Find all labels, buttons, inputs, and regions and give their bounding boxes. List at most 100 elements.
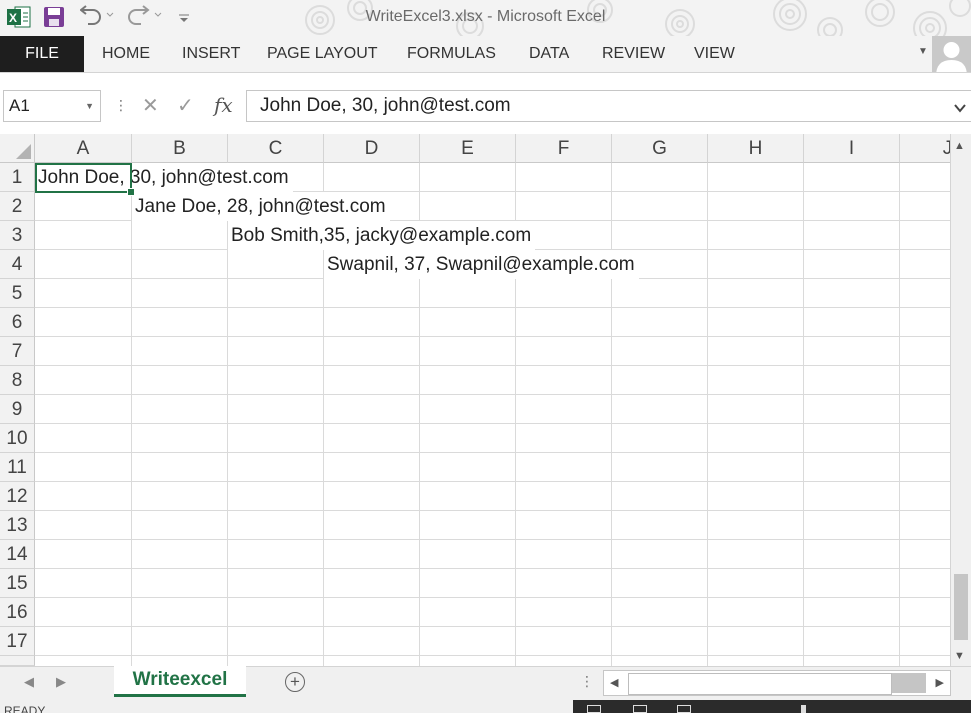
status-ready: READY (4, 704, 46, 713)
row-header-13[interactable]: 13 (0, 511, 35, 540)
status-bar: READY (0, 700, 971, 713)
tab-data[interactable]: DATA (529, 36, 569, 72)
gridline (35, 510, 950, 511)
row-header-12[interactable]: 12 (0, 482, 35, 511)
gridline (707, 163, 708, 666)
row-header-16[interactable]: 16 (0, 598, 35, 627)
column-header-j[interactable]: J (900, 134, 950, 163)
name-box[interactable]: A1 ▼ (3, 90, 101, 122)
enter-check-icon[interactable]: ✓ (177, 93, 194, 118)
previous-sheet-icon[interactable]: ◀ (24, 674, 34, 690)
gridline (803, 163, 804, 666)
active-cell-border (35, 163, 132, 193)
row-header-partial[interactable] (0, 656, 35, 666)
row-header-6[interactable]: 6 (0, 308, 35, 337)
sheet-tab-bar: ◀ ▶ Writeexcel + ⋮ ◀ ▶ (0, 666, 971, 700)
tab-home[interactable]: HOME (102, 36, 150, 72)
tab-page-layout[interactable]: PAGE LAYOUT (267, 36, 378, 72)
horizontal-scrollbar[interactable]: ◀ ▶ (603, 670, 951, 696)
column-header-h[interactable]: H (708, 134, 804, 163)
expand-formula-bar-icon[interactable] (953, 95, 967, 125)
gridline (35, 481, 950, 482)
cancel-icon[interactable]: ✕ (142, 93, 159, 118)
title-bar: X WriteExcel3.xlsx - Microsoft Excel (0, 0, 971, 36)
tab-review[interactable]: REVIEW (602, 36, 665, 72)
normal-view-icon[interactable] (587, 705, 601, 713)
row-header-2[interactable]: 2 (0, 192, 35, 221)
row-header-7[interactable]: 7 (0, 337, 35, 366)
column-header-g[interactable]: G (612, 134, 708, 163)
spreadsheet-grid[interactable]: A B C D E F G H I J 1 2 3 4 5 6 7 8 9 10… (0, 134, 950, 666)
insert-function-icon[interactable]: fx (214, 93, 233, 117)
column-header-i[interactable]: I (804, 134, 900, 163)
view-controls (573, 700, 971, 713)
select-all-triangle-icon (16, 144, 31, 159)
zoom-slider-icon[interactable] (801, 705, 806, 713)
column-header-b[interactable]: B (132, 134, 228, 163)
horizontal-scroll-track[interactable] (892, 673, 926, 693)
user-silhouette-icon (936, 42, 967, 76)
formula-bar: A1 ▼ ⋮ ✕ ✓ fx John Doe, 30, john@test.co… (0, 72, 971, 135)
chevron-down-icon[interactable]: ▼ (85, 91, 94, 121)
row-header-8[interactable]: 8 (0, 366, 35, 395)
tab-file[interactable]: FILE (0, 36, 84, 72)
ribbon-options-icon[interactable]: ▼ (918, 46, 928, 57)
gridline (35, 568, 950, 569)
gridline (35, 626, 950, 627)
gridline (35, 365, 950, 366)
formula-input[interactable]: John Doe, 30, john@test.com (246, 90, 971, 122)
gridline (899, 163, 900, 666)
gridline (131, 163, 132, 666)
scroll-down-icon[interactable]: ▼ (954, 650, 965, 662)
column-header-f[interactable]: F (516, 134, 612, 163)
gridline (611, 163, 612, 666)
cell-c3[interactable]: Bob Smith,35, jacky@example.com (228, 221, 536, 250)
column-header-e[interactable]: E (420, 134, 516, 163)
column-header-c[interactable]: C (228, 134, 324, 163)
row-header-10[interactable]: 10 (0, 424, 35, 453)
next-sheet-icon[interactable]: ▶ (56, 674, 66, 690)
cell-b2[interactable]: Jane Doe, 28, john@test.com (132, 192, 390, 221)
row-header-11[interactable]: 11 (0, 453, 35, 482)
row-header-3[interactable]: 3 (0, 221, 35, 250)
gridline (35, 423, 950, 424)
gridline (35, 597, 950, 598)
row-header-14[interactable]: 14 (0, 540, 35, 569)
column-header-d[interactable]: D (324, 134, 420, 163)
row-header-9[interactable]: 9 (0, 395, 35, 424)
gridline (35, 394, 950, 395)
add-sheet-icon[interactable]: + (285, 672, 305, 692)
formula-value: John Doe, 30, john@test.com (260, 95, 511, 116)
row-header-15[interactable]: 15 (0, 569, 35, 598)
tab-formulas[interactable]: FORMULAS (407, 36, 496, 72)
tab-view[interactable]: VIEW (694, 36, 735, 72)
formula-bar-grip-icon[interactable]: ⋮ (114, 97, 128, 114)
ribbon-tab-bar: FILE HOME INSERT PAGE LAYOUT FORMULAS DA… (0, 36, 971, 72)
vertical-scrollbar[interactable]: ▲ ▼ (950, 134, 971, 666)
row-header-17[interactable]: 17 (0, 627, 35, 656)
name-box-value: A1 (9, 96, 30, 115)
row-header-1[interactable]: 1 (0, 163, 35, 192)
user-avatar[interactable] (932, 36, 971, 76)
page-break-view-icon[interactable] (677, 705, 691, 713)
scroll-right-icon[interactable]: ▶ (936, 676, 944, 689)
scroll-up-icon[interactable]: ▲ (954, 140, 965, 152)
tab-insert[interactable]: INSERT (182, 36, 240, 72)
scroll-left-icon[interactable]: ◀ (610, 676, 618, 689)
gridline (35, 307, 950, 308)
row-header-4[interactable]: 4 (0, 250, 35, 279)
horizontal-scroll-thumb[interactable] (628, 673, 892, 695)
fill-handle[interactable] (127, 188, 135, 196)
window-title: WriteExcel3.xlsx - Microsoft Excel (365, 8, 606, 25)
row-header-5[interactable]: 5 (0, 279, 35, 308)
sheet-tab-writeexcel[interactable]: Writeexcel (114, 666, 246, 697)
select-all-corner[interactable] (0, 134, 35, 163)
gridline (35, 336, 950, 337)
tab-split-grip-icon[interactable]: ⋮ (580, 673, 594, 690)
gridline (35, 655, 950, 656)
page-layout-view-icon[interactable] (633, 705, 647, 713)
vertical-scroll-thumb[interactable] (954, 574, 968, 640)
gridline (35, 452, 950, 453)
cell-d4[interactable]: Swapnil, 37, Swapnil@example.com (324, 250, 639, 279)
column-header-a[interactable]: A (35, 134, 132, 163)
